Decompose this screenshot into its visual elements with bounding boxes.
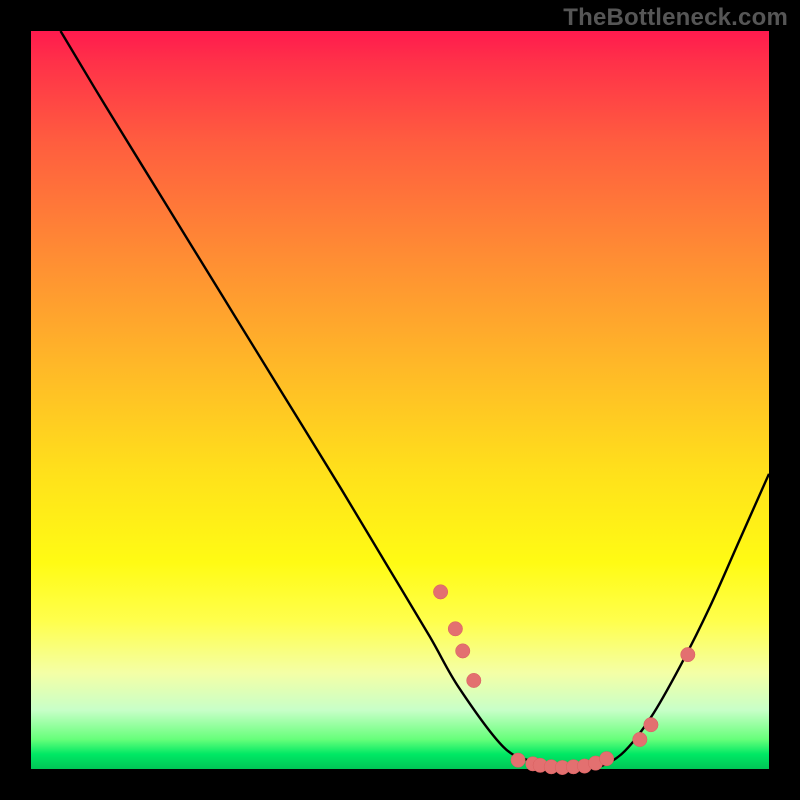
data-marker [456, 644, 470, 658]
data-marker [433, 585, 447, 599]
watermark-text: TheBottleneck.com [563, 4, 788, 32]
data-marker [644, 718, 658, 732]
plot-area [31, 31, 769, 769]
marker-dots [433, 585, 695, 775]
data-marker [448, 622, 462, 636]
main-curve [61, 31, 769, 770]
data-marker [599, 751, 613, 765]
chart-frame: TheBottleneck.com [0, 0, 800, 800]
data-marker [681, 647, 695, 661]
data-marker [633, 732, 647, 746]
data-marker [467, 673, 481, 687]
curve-svg [31, 31, 769, 769]
data-marker [511, 753, 525, 767]
